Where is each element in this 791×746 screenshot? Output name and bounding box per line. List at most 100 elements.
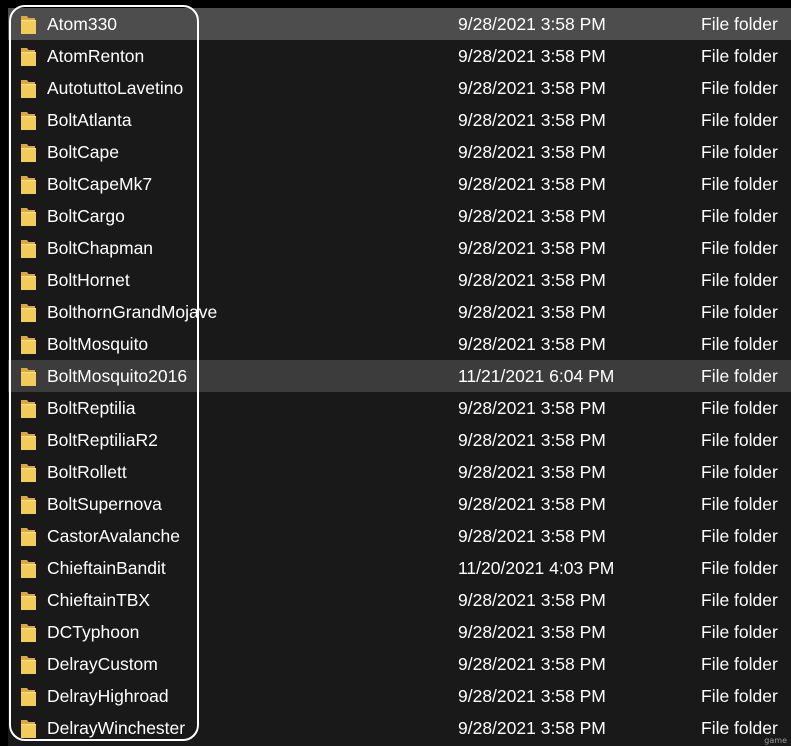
file-row[interactable]: BoltCargo 9/28/2021 3:58 PM File folder bbox=[8, 200, 791, 232]
item-type: File folder bbox=[701, 46, 778, 66]
date-modified: 9/28/2021 3:58 PM bbox=[458, 46, 606, 66]
folder-icon bbox=[21, 528, 36, 546]
file-row[interactable]: BoltReptiliaR2 9/28/2021 3:58 PM File fo… bbox=[8, 424, 791, 456]
date-modified: 9/28/2021 3:58 PM bbox=[458, 622, 606, 642]
folder-name: BoltChapman bbox=[47, 238, 154, 258]
folder-name: BoltReptiliaR2 bbox=[47, 430, 158, 450]
file-row[interactable]: BoltCapeMk7 9/28/2021 3:58 PM File folde… bbox=[8, 168, 791, 200]
file-row[interactable]: BoltHornet 9/28/2021 3:58 PM File folder bbox=[8, 264, 791, 296]
item-type: File folder bbox=[701, 494, 778, 514]
item-type: File folder bbox=[701, 366, 778, 386]
file-list-view[interactable]: Atom330 9/28/2021 3:58 PM File folder At… bbox=[8, 8, 791, 746]
folder-icon bbox=[21, 464, 36, 482]
date-modified: 9/28/2021 3:58 PM bbox=[458, 110, 606, 130]
file-row[interactable]: Atom330 9/28/2021 3:58 PM File folder bbox=[8, 8, 791, 40]
folder-name: BoltCape bbox=[47, 142, 119, 162]
date-modified: 9/28/2021 3:58 PM bbox=[458, 14, 606, 34]
item-type: File folder bbox=[701, 334, 778, 354]
file-row[interactable]: AutotuttoLavetino 9/28/2021 3:58 PM File… bbox=[8, 72, 791, 104]
date-modified: 9/28/2021 3:58 PM bbox=[458, 78, 606, 98]
folder-name: BoltMosquito bbox=[47, 334, 149, 354]
folder-name: BoltCapeMk7 bbox=[47, 174, 153, 194]
file-row[interactable]: ChieftainTBX 9/28/2021 3:58 PM File fold… bbox=[8, 584, 791, 616]
date-modified: 9/28/2021 3:58 PM bbox=[458, 654, 606, 674]
date-modified: 11/21/2021 6:04 PM bbox=[458, 366, 615, 386]
date-modified: 9/28/2021 3:58 PM bbox=[458, 526, 606, 546]
date-modified: 9/28/2021 3:58 PM bbox=[458, 494, 606, 514]
file-row[interactable]: BolthornGrandMojave 9/28/2021 3:58 PM Fi… bbox=[8, 296, 791, 328]
file-row[interactable]: BoltCape 9/28/2021 3:58 PM File folder bbox=[8, 136, 791, 168]
folder-name: BoltRollett bbox=[47, 462, 127, 482]
file-row[interactable]: BoltRollett 9/28/2021 3:58 PM File folde… bbox=[8, 456, 791, 488]
watermark-text: game bbox=[764, 736, 787, 745]
folder-name: BoltCargo bbox=[47, 206, 125, 226]
item-type: File folder bbox=[701, 14, 778, 34]
folder-name: BoltAtlanta bbox=[47, 110, 132, 130]
folder-name: BoltSupernova bbox=[47, 494, 162, 514]
folder-icon bbox=[21, 368, 36, 386]
item-type: File folder bbox=[701, 654, 778, 674]
folder-icon bbox=[21, 592, 36, 610]
folder-icon bbox=[21, 720, 36, 738]
date-modified: 9/28/2021 3:58 PM bbox=[458, 238, 606, 258]
item-type: File folder bbox=[701, 270, 778, 290]
date-modified: 9/28/2021 3:58 PM bbox=[458, 206, 606, 226]
file-row[interactable]: AtomRenton 9/28/2021 3:58 PM File folder bbox=[8, 40, 791, 72]
folder-icon bbox=[21, 80, 36, 98]
date-modified: 9/28/2021 3:58 PM bbox=[458, 430, 606, 450]
folder-icon bbox=[21, 432, 36, 450]
file-row[interactable]: BoltSupernova 9/28/2021 3:58 PM File fol… bbox=[8, 488, 791, 520]
folder-name: DelrayWinchester bbox=[47, 718, 186, 738]
folder-icon bbox=[21, 208, 36, 226]
date-modified: 9/28/2021 3:58 PM bbox=[458, 334, 606, 354]
item-type: File folder bbox=[701, 110, 778, 130]
file-row[interactable]: DelrayHighroad 9/28/2021 3:58 PM File fo… bbox=[8, 680, 791, 712]
item-type: File folder bbox=[701, 398, 778, 418]
file-row[interactable]: DelrayCustom 9/28/2021 3:58 PM File fold… bbox=[8, 648, 791, 680]
folder-name: BolthornGrandMojave bbox=[47, 302, 218, 322]
item-type: File folder bbox=[701, 238, 778, 258]
folder-icon bbox=[21, 688, 36, 706]
date-modified: 9/28/2021 3:58 PM bbox=[458, 270, 606, 290]
folder-name: ChieftainTBX bbox=[47, 590, 151, 610]
item-type: File folder bbox=[701, 590, 778, 610]
item-type: File folder bbox=[701, 206, 778, 226]
file-list: Atom330 9/28/2021 3:58 PM File folder At… bbox=[8, 8, 791, 744]
item-type: File folder bbox=[701, 174, 778, 194]
folder-icon bbox=[21, 304, 36, 322]
folder-icon bbox=[21, 144, 36, 162]
folder-name: ChieftainBandit bbox=[47, 558, 166, 578]
file-row[interactable]: BoltAtlanta 9/28/2021 3:58 PM File folde… bbox=[8, 104, 791, 136]
folder-icon bbox=[21, 16, 36, 34]
file-row[interactable]: ChieftainBandit 11/20/2021 4:03 PM File … bbox=[8, 552, 791, 584]
folder-icon bbox=[21, 176, 36, 194]
file-row[interactable]: DelrayWinchester 9/28/2021 3:58 PM File … bbox=[8, 712, 791, 744]
folder-name: AtomRenton bbox=[47, 46, 145, 66]
item-type: File folder bbox=[701, 558, 778, 578]
file-row[interactable]: BoltMosquito 9/28/2021 3:58 PM File fold… bbox=[8, 328, 791, 360]
date-modified: 9/28/2021 3:58 PM bbox=[458, 398, 606, 418]
item-type: File folder bbox=[701, 78, 778, 98]
folder-name: Atom330 bbox=[47, 14, 118, 34]
item-type: File folder bbox=[701, 302, 778, 322]
item-type: File folder bbox=[701, 430, 778, 450]
file-row[interactable]: CastorAvalanche 9/28/2021 3:58 PM File f… bbox=[8, 520, 791, 552]
date-modified: 9/28/2021 3:58 PM bbox=[458, 174, 606, 194]
file-row[interactable]: BoltMosquito2016 11/21/2021 6:04 PM File… bbox=[8, 360, 791, 392]
folder-name: DelrayHighroad bbox=[47, 686, 169, 706]
file-row[interactable]: BoltChapman 9/28/2021 3:58 PM File folde… bbox=[8, 232, 791, 264]
date-modified: 9/28/2021 3:58 PM bbox=[458, 718, 606, 738]
folder-name: CastorAvalanche bbox=[47, 526, 180, 546]
folder-icon bbox=[21, 656, 36, 674]
file-row[interactable]: BoltReptilia 9/28/2021 3:58 PM File fold… bbox=[8, 392, 791, 424]
folder-name: BoltMosquito2016 bbox=[47, 366, 188, 386]
folder-icon bbox=[21, 560, 36, 578]
date-modified: 11/20/2021 4:03 PM bbox=[458, 558, 615, 578]
folder-icon bbox=[21, 48, 36, 66]
file-row[interactable]: DCTyphoon 9/28/2021 3:58 PM File folder bbox=[8, 616, 791, 648]
item-type: File folder bbox=[701, 142, 778, 162]
folder-icon bbox=[21, 240, 36, 258]
folder-icon bbox=[21, 496, 36, 514]
folder-name: DelrayCustom bbox=[47, 654, 158, 674]
date-modified: 9/28/2021 3:58 PM bbox=[458, 142, 606, 162]
